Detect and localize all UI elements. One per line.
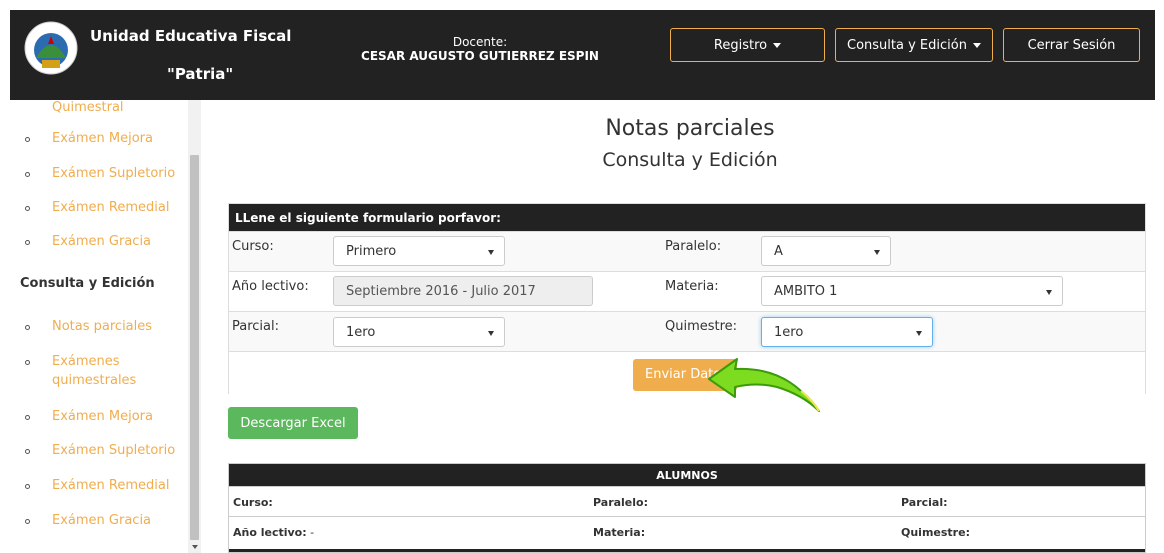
materia-select[interactable]: AMBITO 1 (761, 276, 1063, 306)
anio-cell: Año lectivo: (233, 526, 307, 539)
logout-label: Cerrar Sesión (1027, 37, 1116, 53)
anio-cell-value: - (310, 526, 315, 539)
sidebar-item-mejora[interactable]: Exámen Mejora (20, 129, 153, 148)
materia-label: Materia: (665, 279, 719, 294)
anio-lectivo-label: Año lectivo: (232, 279, 309, 294)
page-title: Notas parciales (605, 116, 775, 141)
parcial-cell: Parcial: (901, 496, 948, 509)
parcial-select[interactable]: 1ero (333, 317, 505, 347)
bullet-icon (20, 167, 34, 181)
brand-line-1: Unidad Educativa Fiscal (90, 27, 292, 45)
page-subtitle: Consulta y Edición (602, 149, 778, 171)
docente-name: CESAR AUGUSTO GUTIERREZ ESPIN (361, 49, 599, 63)
docente-label: Docente: (452, 35, 508, 49)
bullet-icon (20, 514, 34, 528)
alumnos-table: ALUMNOS Curso: Paralelo: Parcial: Año le… (228, 463, 1146, 553)
logout-button[interactable]: Cerrar Sesión (1003, 28, 1140, 62)
docente-info: Docente: CESAR AUGUSTO GUTIERREZ ESPIN (340, 35, 620, 63)
sidebar: Quimestral Exámen Mejora Exámen Supletor… (10, 100, 201, 553)
sidebar-item-quimestral-cut[interactable]: Quimestral (52, 100, 124, 117)
bullet-icon (20, 444, 34, 458)
chevron-down-icon (488, 331, 494, 336)
bullet-icon (20, 479, 34, 493)
descargar-excel-button[interactable]: Descargar Excel (228, 407, 358, 439)
registro-dropdown-button[interactable]: Registro (670, 28, 825, 62)
quimestre-label: Quimestre: (665, 319, 738, 334)
bullet-icon (20, 355, 34, 369)
consulta-label: Consulta y Edición (847, 37, 967, 53)
bullet-icon (20, 235, 34, 249)
form-heading: LLene el siguiente formulario porfavor: (229, 204, 1145, 231)
table-header-strip (229, 549, 1145, 552)
table-row: Curso: Paralelo: Parcial: (229, 486, 1145, 516)
table-row: Año lectivo: - Materia: Quimestre: (229, 516, 1145, 546)
sidebar-item-remedial[interactable]: Exámen Remedial (20, 198, 169, 217)
alumnos-heading: ALUMNOS (229, 464, 1145, 486)
caret-down-icon (773, 42, 782, 48)
sidebar-item-gracia-2[interactable]: Exámen Gracia (20, 511, 151, 530)
materia-cell: Materia: (593, 526, 646, 539)
registro-label: Registro (713, 37, 768, 53)
sidebar-item-notas-parciales[interactable]: Notas parciales (20, 317, 152, 336)
bullet-icon (20, 410, 34, 424)
paralelo-label: Paralelo: (665, 239, 722, 254)
paralelo-select[interactable]: A (761, 236, 891, 266)
curso-cell: Curso: (233, 496, 273, 509)
sidebar-heading-consulta: Consulta y Edición (20, 276, 155, 291)
bullet-icon (20, 132, 34, 146)
anio-lectivo-field: Septiembre 2016 - Julio 2017 (333, 276, 593, 306)
quimestre-cell: Quimestre: (901, 526, 970, 539)
consulta-dropdown-button[interactable]: Consulta y Edición (835, 28, 993, 62)
bullet-icon (20, 201, 34, 215)
chevron-down-icon (1046, 290, 1052, 295)
top-navbar: Unidad Educativa Fiscal "Patria" Docente… (10, 10, 1155, 100)
green-pointer-arrow-icon (708, 358, 820, 412)
quimestre-select[interactable]: 1ero (761, 317, 933, 347)
scroll-down-arrow-icon[interactable] (192, 545, 198, 549)
caret-down-icon (972, 42, 981, 48)
sidebar-item-supletorio-2[interactable]: Exámen Supletorio (20, 441, 175, 460)
brand-line-2: "Patria" (167, 65, 234, 83)
school-crest-logo[interactable] (24, 18, 78, 78)
curso-label: Curso: (232, 239, 274, 254)
chevron-down-icon (488, 250, 494, 255)
sidebar-item-examenes-quimestrales[interactable]: Exámenes quimestrales (20, 352, 142, 390)
query-form: LLene el siguiente formulario porfavor: … (228, 203, 1146, 394)
sidebar-item-supletorio[interactable]: Exámen Supletorio (20, 164, 175, 183)
paralelo-cell: Paralelo: (593, 496, 648, 509)
sidebar-item-mejora-2[interactable]: Exámen Mejora (20, 407, 153, 426)
curso-select[interactable]: Primero (333, 236, 505, 266)
parcial-label: Parcial: (232, 319, 279, 334)
sidebar-item-remedial-2[interactable]: Exámen Remedial (20, 476, 169, 495)
sidebar-item-gracia[interactable]: Exámen Gracia (20, 232, 151, 251)
chevron-down-icon (916, 331, 922, 336)
bullet-icon (20, 320, 34, 334)
sidebar-scrollbar-thumb[interactable] (190, 155, 199, 540)
chevron-down-icon (874, 250, 880, 255)
